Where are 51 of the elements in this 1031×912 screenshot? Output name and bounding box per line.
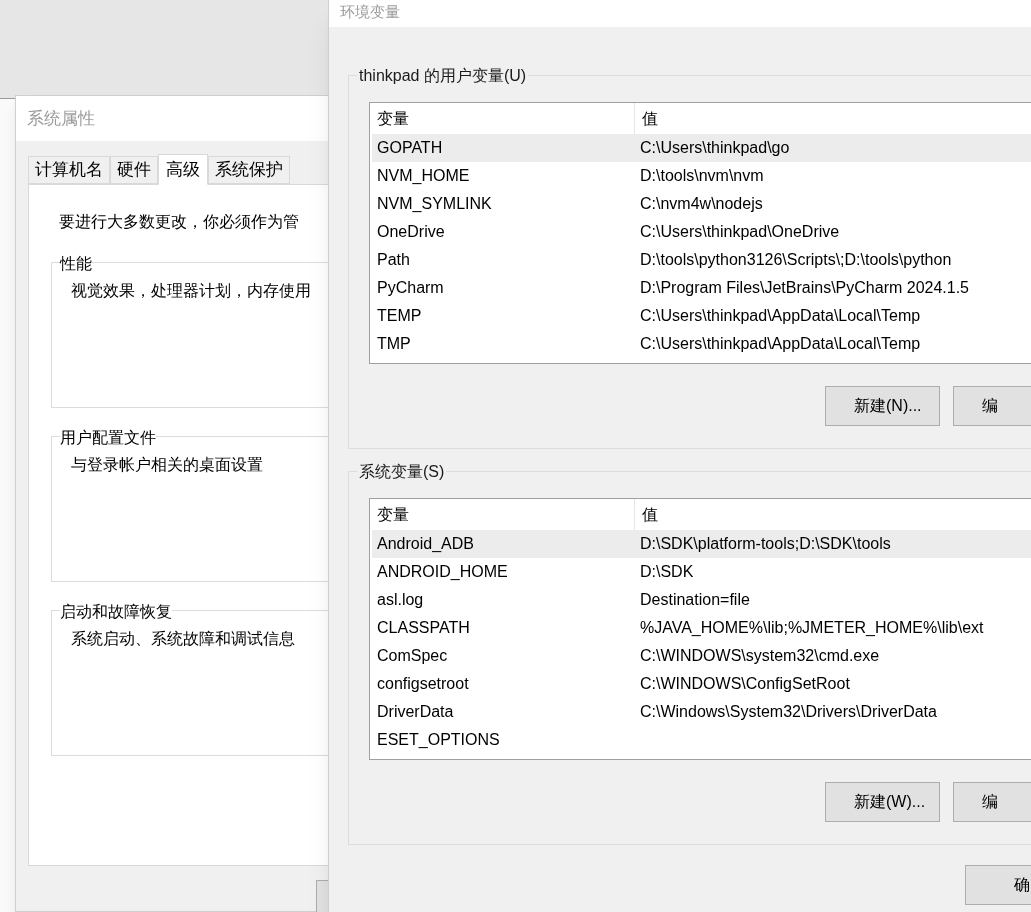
variable-name: CLASSPATH xyxy=(376,618,471,638)
variable-name: asl.log xyxy=(376,590,425,610)
variable-name: GOPATH xyxy=(376,138,444,158)
column-header[interactable]: 值 xyxy=(635,106,658,131)
variable-value: D:\tools\nvm\nvm xyxy=(639,166,764,186)
variable-name: TMP xyxy=(376,334,412,354)
variable-name: configsetroot xyxy=(376,674,470,694)
variable-value: D:\SDK xyxy=(639,562,694,582)
variable-name: OneDrive xyxy=(376,222,446,242)
edit-button[interactable]: 编 xyxy=(952,782,1031,822)
variable-name: Path xyxy=(376,250,411,270)
variable-name: NVM_SYMLINK xyxy=(376,194,493,214)
variable-value: C:\WINDOWS\system32\cmd.exe xyxy=(639,646,880,666)
variable-name: ANDROID_HOME xyxy=(376,562,509,582)
new-button[interactable]: 新建(N)... xyxy=(825,386,940,426)
variable-value: C:\Windows\System32\Drivers\DriverData xyxy=(639,702,937,722)
variable-value: C:\Users\thinkpad\go xyxy=(639,138,790,158)
edit-button[interactable]: 编 xyxy=(952,386,1031,426)
group-description: 视觉效果，处理器计划，内存使用 xyxy=(71,281,312,301)
variable-value: C:\Users\thinkpad\AppData\Local\Temp xyxy=(639,306,921,326)
tab[interactable]: 计算机名 xyxy=(28,156,110,184)
notice-text: 要进行大多数更改，你必须作为管 xyxy=(59,212,300,232)
column-header[interactable]: 值 xyxy=(635,502,658,527)
variable-value: Destination=file xyxy=(639,590,750,610)
dialog-button[interactable] xyxy=(316,880,328,912)
variable-value: C:\WINDOWS\ConfigSetRoot xyxy=(639,674,850,694)
ok-button[interactable]: 确 xyxy=(965,865,1031,905)
variable-name: DriverData xyxy=(376,702,455,722)
variable-name: NVM_HOME xyxy=(376,166,471,186)
window-title: 系统属性 xyxy=(27,107,95,130)
variable-name: Android_ADB xyxy=(376,534,475,554)
variable-value: D:\tools\python3126\Scripts\;D:\tools\python xyxy=(639,250,952,270)
group-description: 系统启动、系统故障和调试信息 xyxy=(71,629,296,649)
tab[interactable]: 系统保护 xyxy=(208,156,290,184)
variable-value: %JAVA_HOME%\lib;%JMETER_HOME%\lib\ext xyxy=(639,618,984,638)
variable-name: TEMP xyxy=(376,306,423,326)
variable-name: ESET_OPTIONS xyxy=(376,730,501,750)
tab[interactable]: 高级 xyxy=(158,154,208,185)
variable-value: C:\nvm4w\nodejs xyxy=(639,194,763,214)
variable-name: PyCharm xyxy=(376,278,445,298)
variable-row[interactable]: GOPATH C:\Users\thinkpad\go xyxy=(372,134,1031,162)
variable-value: C:\Users\thinkpad\OneDrive xyxy=(639,222,840,242)
variable-value: D:\SDK\platform-tools;D:\SDK\tools xyxy=(639,534,891,554)
new-button[interactable]: 新建(W)... xyxy=(825,782,940,822)
variable-value: D:\Program Files\JetBrains\PyCharm 2024.1.5 xyxy=(639,278,969,298)
variable-value: C:\Users\thinkpad\AppData\Local\Temp xyxy=(639,334,921,354)
window-title: 环境变量 xyxy=(340,4,400,19)
variable-row[interactable]: Android_ADB D:\SDK\platform-tools;D:\SDK\tools xyxy=(372,530,1031,558)
group-description: 与登录帐户相关的桌面设置 xyxy=(71,455,264,475)
tab[interactable]: 硬件 xyxy=(110,156,158,184)
variable-name: ComSpec xyxy=(376,646,449,666)
